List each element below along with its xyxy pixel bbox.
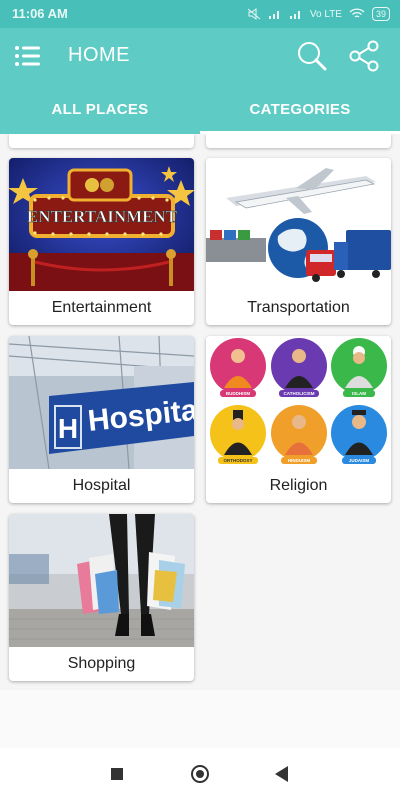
menu-icon[interactable] [14,43,42,69]
category-label: Entertainment [51,299,152,316]
religion-tag: ISLAM [352,391,366,396]
status-time: 11:06 AM [12,6,68,21]
page-title: HOME [68,44,130,66]
partial-card[interactable] [9,134,194,148]
category-label: Shopping [67,655,136,672]
status-bar: 11:06 AM Vo LTE 39 [0,0,400,28]
entertainment-image: ENTERTAINMENT [9,158,194,291]
tab-categories[interactable]: CATEGORIES [200,84,400,134]
back-button[interactable] [275,766,288,782]
religion-tag: HINDUISM [288,458,311,463]
battery-icon: 39 [371,7,390,21]
category-label: Religion [269,477,328,494]
category-card-entertainment[interactable]: ENTERTAINMENT Entertainment [9,158,194,325]
signal-icon [268,11,279,19]
entertainment-banner-text: ENTERTAINMENT [27,207,178,226]
partial-card[interactable] [206,134,391,148]
category-card-hospital[interactable]: H Hospital Hospital [9,336,194,503]
search-icon[interactable] [296,40,328,72]
religion-tag: JUDAISM [349,458,370,463]
share-icon[interactable] [348,40,380,72]
wifi-icon [349,8,365,18]
category-grid: ENTERTAINMENT Entertainment Transportati… [0,134,400,690]
mute-icon [247,8,261,20]
home-button[interactable] [191,765,209,783]
category-card-transportation[interactable]: Transportation [206,158,391,325]
category-label: Hospital [72,477,131,494]
app-toolbar: HOME [0,28,400,84]
hospital-image: H Hospital [9,336,194,469]
signal-icon-2 [289,11,300,19]
tab-all-places[interactable]: ALL PLACES [0,84,200,134]
category-card-religion[interactable]: BUDDHISM CATHOLICISM ISLAM ORTHODOXY HIN… [206,336,391,503]
tab-bar: ALL PLACES CATEGORIES [0,84,400,134]
religion-tag: BUDDHISM [226,391,251,396]
svg-text:H: H [58,413,78,444]
category-label: Transportation [247,299,350,316]
category-card-shopping[interactable]: Shopping [9,514,194,681]
network-label: Vo LTE [309,8,342,20]
status-icons: Vo LTE 39 [247,7,390,21]
religion-tag: CATHOLICISM [284,391,315,396]
transportation-image [206,158,391,291]
recents-button[interactable] [111,768,123,780]
religion-tag: ORTHODOXY [223,458,252,463]
religion-image: BUDDHISM CATHOLICISM ISLAM ORTHODOXY HIN… [206,336,391,469]
shopping-image [9,514,194,647]
system-nav-bar [0,748,400,800]
